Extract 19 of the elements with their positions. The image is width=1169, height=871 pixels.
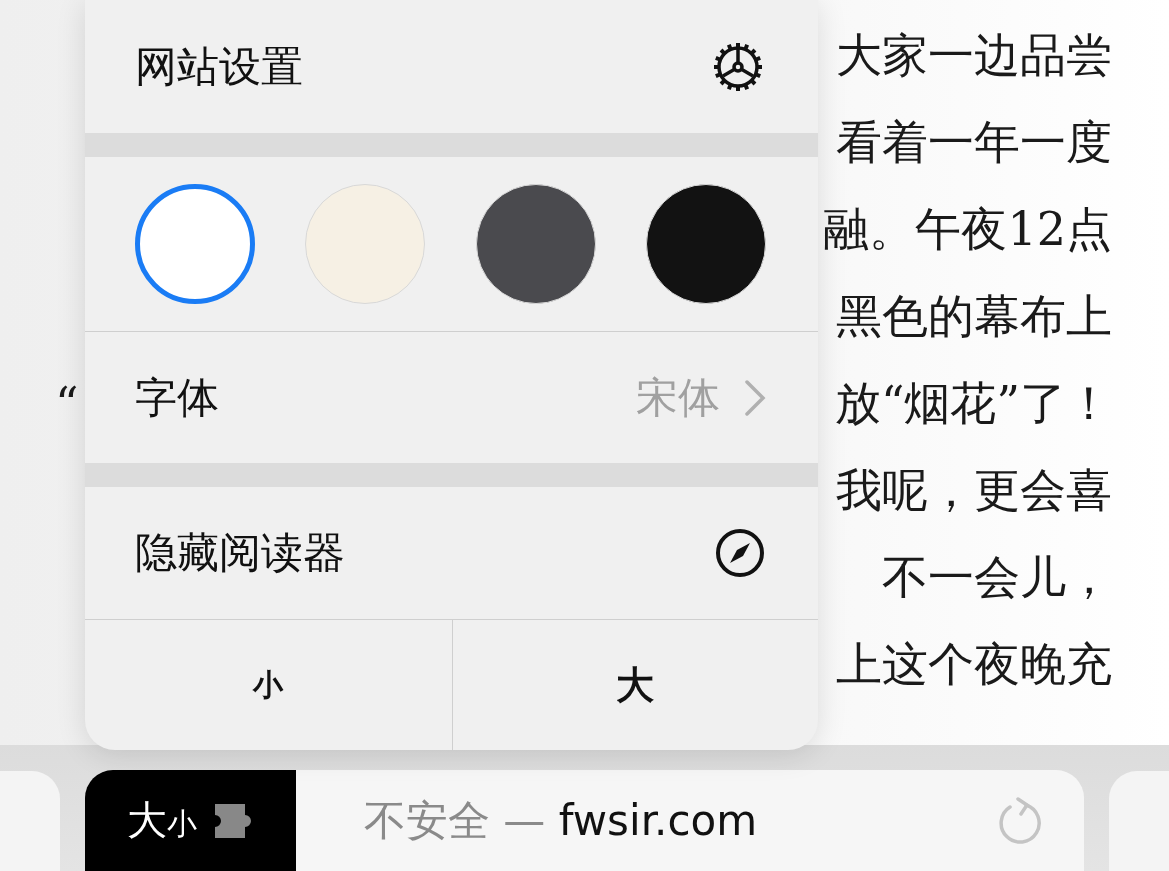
popup-title: 网站设置 [135, 40, 303, 93]
article-text: 看着一年一度 [836, 113, 1112, 171]
article-text: 不一会儿， [882, 548, 1112, 606]
article-text: 黑色的幕布上 [836, 287, 1112, 345]
article-text: 大家一边品尝 [836, 26, 1112, 84]
article-text: 放“烟花”了！ [834, 374, 1112, 432]
chevron-right-icon [744, 378, 766, 417]
text-size-button[interactable]: 小 [85, 620, 452, 750]
compass-icon [714, 527, 766, 579]
address-bar[interactable]: 大小 不安全 — fwsir.com [85, 770, 1084, 871]
reader-size-button[interactable]: 大小 [85, 770, 296, 871]
font-row[interactable]: 字体 宋体 [85, 332, 818, 463]
article-text: 上这个夜晚充 [836, 635, 1112, 693]
quote-mark: “ [55, 376, 79, 431]
hide-reader-row[interactable]: 隐藏阅读器 [85, 487, 818, 620]
article-text: 我呢，更会喜 [836, 461, 1112, 519]
article-text: 融。午夜12点 [823, 200, 1112, 258]
font-value: 宋体 [636, 371, 720, 424]
url-text[interactable]: 不安全 — fwsir.com [364, 792, 758, 849]
